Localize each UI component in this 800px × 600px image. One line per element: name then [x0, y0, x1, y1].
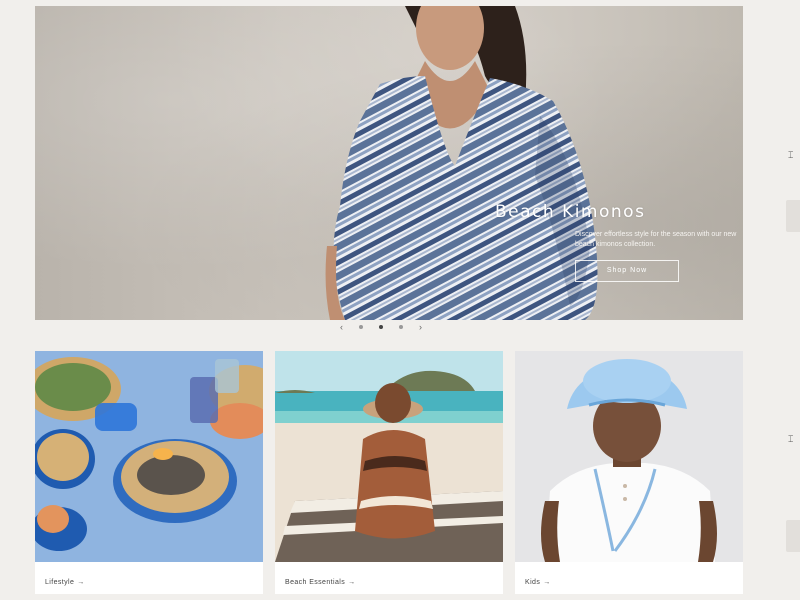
hero-subtitle: Discover effortless style for the season… [575, 231, 737, 248]
category-cards: Lifestyle → Beach Essentials → Kids → [25, 351, 743, 594]
side-tab[interactable] [786, 200, 800, 232]
side-tab[interactable] [786, 520, 800, 552]
slider-next-arrow-icon[interactable]: › [419, 322, 422, 332]
edge-marker-icon: ⌶ [788, 434, 794, 444]
edge-marker-icon: ⌶ [788, 150, 794, 160]
shop-now-button[interactable]: Shop Now [575, 260, 679, 282]
category-card-beach-essentials[interactable]: Beach Essentials → [275, 351, 503, 594]
card-label: Lifestyle [45, 579, 75, 586]
slider-nav: ‹ › [340, 322, 422, 332]
card-caption: Beach Essentials → [275, 567, 503, 599]
arrow-right-icon: → [77, 579, 85, 586]
card-caption: Lifestyle → [35, 567, 263, 599]
category-card-kids[interactable]: Kids → [515, 351, 743, 594]
hero-title: Beach Kimonos [495, 202, 646, 222]
hero-copy: Beach Kimonos Discover effortless style … [495, 202, 736, 282]
card-caption: Kids → [515, 567, 743, 599]
hero-banner[interactable]: Beach Kimonos Discover effortless style … [35, 6, 743, 320]
card-label: Kids [525, 579, 541, 586]
slider-dot-active[interactable] [379, 325, 383, 329]
slider-dot[interactable] [359, 325, 363, 329]
arrow-right-icon: → [543, 579, 551, 586]
arrow-right-icon: → [348, 579, 356, 586]
category-card-lifestyle[interactable]: Lifestyle → [25, 351, 281, 594]
lifestyle-image [25, 351, 281, 562]
kids-image [515, 351, 743, 562]
slider-prev-arrow-icon[interactable]: ‹ [340, 322, 343, 332]
card-label: Beach Essentials [285, 579, 346, 586]
slider-dot[interactable] [399, 325, 403, 329]
beach-essentials-image [275, 351, 503, 562]
